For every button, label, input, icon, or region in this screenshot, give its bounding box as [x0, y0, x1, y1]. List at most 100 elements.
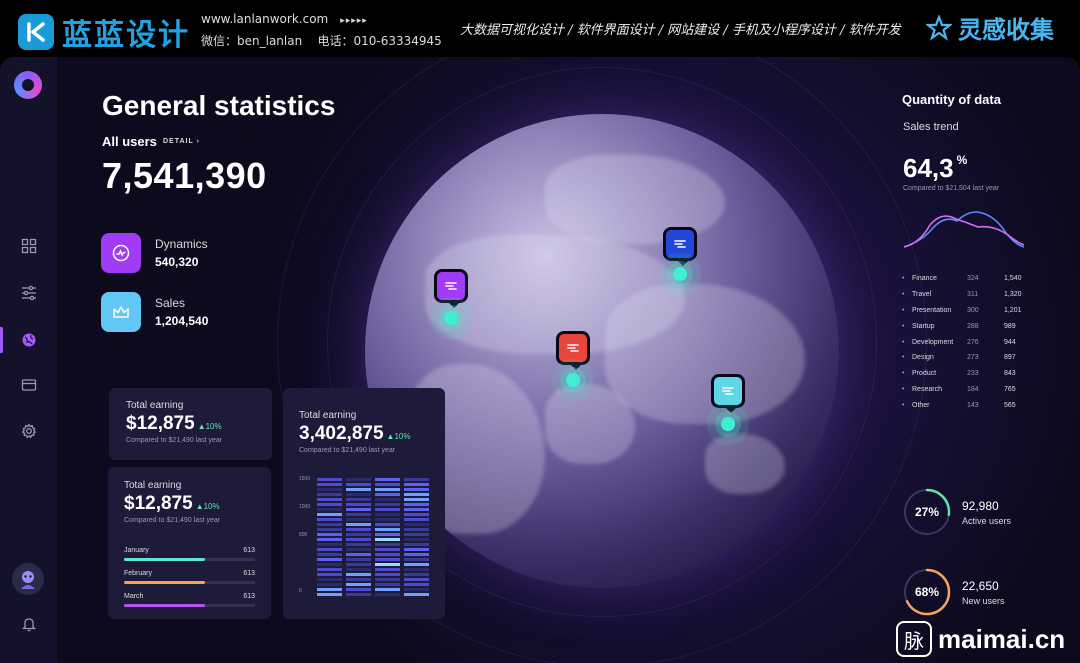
earning-card[interactable]: Total earning $12,875 ▲10% Compared to $2…: [109, 388, 272, 460]
nav-dashboard[interactable]: [0, 231, 57, 261]
heatmap-cell: [317, 498, 342, 501]
wechat-text: 微信：ben_lanlan: [201, 34, 303, 48]
table-row[interactable]: • Development 276 944: [902, 334, 1032, 350]
top-banner: 蓝蓝设计 www.lanlanwork.com ▸▸▸▸▸ 微信：ben_lanl…: [0, 0, 1080, 56]
heatmap-cell: [375, 498, 400, 501]
heatmap-cell: [346, 518, 371, 521]
heatmap-cell: [346, 528, 371, 531]
nav-notifications[interactable]: [0, 609, 57, 639]
heatmap-cell: [375, 588, 400, 591]
earning-card-chart[interactable]: Total earning 3,402,875 ▲10% Compared to …: [283, 388, 445, 619]
avatar[interactable]: [12, 563, 44, 595]
heatmap-cell: [346, 503, 371, 506]
heatmap-cell: [375, 543, 400, 546]
table-row[interactable]: • Product 233 843: [902, 366, 1032, 382]
nav-settings-sliders[interactable]: [0, 278, 57, 308]
brand-logo-icon: [18, 14, 54, 50]
heatmap-cell: [375, 528, 400, 531]
heatmap-cell: [346, 593, 371, 596]
heatmap-cell: [404, 498, 429, 501]
new-users-stat: 68% 22,650 New users: [902, 567, 1005, 617]
heatmap-cell: [317, 593, 342, 596]
row-name: Travel: [912, 291, 932, 299]
heatmap-cell: [375, 593, 400, 596]
heatmap-cell: [346, 513, 371, 516]
new-users-label: New users: [962, 595, 1005, 606]
heatmap-cell: [346, 488, 371, 491]
row-total: 989: [1004, 322, 1016, 330]
heatmap-cell: [317, 508, 342, 511]
card-label: Total earning: [126, 400, 184, 411]
website-link[interactable]: www.lanlanwork.com: [201, 12, 328, 26]
collect-text: 灵感收集: [958, 15, 1054, 44]
table-row[interactable]: • Startup 288 989: [902, 318, 1032, 334]
card-compare: Compared to $21,490 last year: [126, 437, 223, 444]
row-total: 843: [1004, 370, 1016, 378]
nav-gear[interactable]: [0, 416, 57, 446]
card-label: Total earning: [299, 410, 357, 421]
card-change: ▲10%: [386, 432, 411, 441]
nav-globe[interactable]: [0, 325, 57, 355]
month-value: 613: [243, 593, 255, 600]
bullet-icon: •: [902, 370, 905, 378]
heatmap-cell: [317, 493, 342, 496]
banner-collect: 灵感收集: [926, 10, 1054, 45]
table-row[interactable]: • Presentation 300 1,201: [902, 303, 1032, 319]
card-value: $12,875: [126, 413, 195, 434]
sales-trend-chart: [903, 211, 1025, 248]
heatmap-cell: [375, 478, 400, 481]
heatmap-cell: [346, 573, 371, 576]
active-users-stat: 27% 92,980 Active users: [902, 487, 1011, 537]
map-pin[interactable]: [556, 331, 590, 370]
map-location-dot[interactable]: [673, 267, 687, 281]
heatmap-cell: [404, 563, 429, 566]
map-location-dot[interactable]: [566, 373, 580, 387]
detail-link[interactable]: DETAIL ›: [163, 138, 200, 145]
bullet-icon: •: [902, 385, 905, 393]
table-row[interactable]: • Other 143 565: [902, 397, 1032, 413]
heatmap-cell: [404, 533, 429, 536]
axis-tick: 1000: [299, 504, 311, 510]
map-pin[interactable]: [663, 227, 697, 266]
heatmap-cell: [404, 483, 429, 486]
row-value: 276: [967, 338, 979, 346]
bar-fill: [124, 581, 206, 584]
table-row[interactable]: • Travel 311 1,320: [902, 287, 1032, 303]
earning-card[interactable]: Total earning $12,875 ▲10% Compared to $2…: [108, 467, 271, 619]
table-row[interactable]: • Design 273 897: [902, 350, 1032, 366]
card-icon: [21, 379, 36, 391]
app-logo-icon[interactable]: [14, 71, 42, 99]
heatmap-cell: [375, 538, 400, 541]
wave-icon: [445, 282, 457, 290]
map-location-dot[interactable]: [721, 417, 735, 431]
axis-tick: 0: [299, 588, 302, 594]
right-title: Quantity of data: [902, 92, 1001, 107]
heatmap-cell: [404, 558, 429, 561]
card-change: ▲10%: [197, 422, 222, 431]
map-location-dot[interactable]: [444, 311, 458, 325]
nav-card[interactable]: [0, 370, 57, 400]
month-bar: January 613: [124, 547, 255, 561]
heatmap-cell: [404, 538, 429, 541]
avatar-icon: [21, 571, 35, 589]
heatmap-cell: [317, 563, 342, 566]
row-name: Finance: [912, 275, 937, 283]
axis-tick: 500: [299, 532, 308, 538]
table-row[interactable]: • Finance 324 1,540: [902, 271, 1032, 287]
heatmap-cell: [404, 593, 429, 596]
row-name: Development: [912, 338, 954, 346]
sales-trend-number: 64,3: [903, 153, 954, 183]
phone-text: 电话：010-63334945: [317, 34, 442, 48]
metric-value: 540,320: [155, 255, 199, 269]
map-pin[interactable]: [434, 269, 468, 308]
table-row[interactable]: • Research 184 765: [902, 382, 1032, 398]
heatmap-cell: [375, 583, 400, 586]
heatmap-cell: [404, 588, 429, 591]
heatmap-cell: [404, 548, 429, 551]
heatmap-cell: [346, 578, 371, 581]
heatmap-cell: [375, 483, 400, 486]
heatmap-cell: [317, 568, 342, 571]
row-value: 233: [967, 370, 979, 378]
row-total: 1,540: [1004, 275, 1022, 283]
map-pin[interactable]: [711, 374, 745, 413]
